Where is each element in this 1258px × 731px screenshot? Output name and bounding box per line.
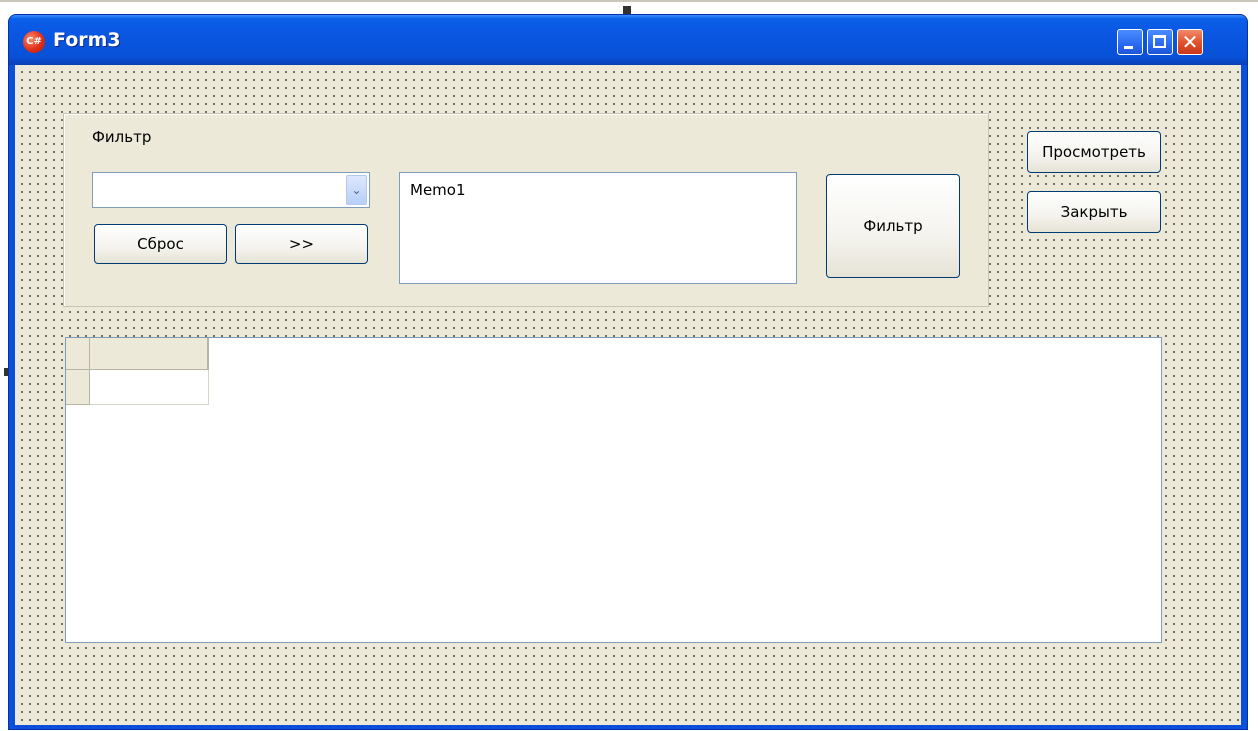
dropdown-button[interactable]: ⌄ [346,175,367,205]
csharp-app-icon: C# [23,31,45,53]
close-window-button[interactable]: ✕ [1177,29,1203,55]
reset-button[interactable]: Сброс [94,224,227,264]
grid-column-header[interactable] [90,338,209,370]
form-client-area: Фильтр ⌄ Сброс >> Memo1 Фильтр Просмотре… [15,65,1241,725]
grid-cell[interactable] [90,370,209,405]
minimize-icon [1124,46,1133,49]
memo-field[interactable]: Memo1 [399,172,797,284]
close-icon: ✕ [1181,30,1199,54]
next-button[interactable]: >> [235,224,368,264]
title-bar[interactable]: C# Form3 ✕ [9,15,1247,65]
form-window: C# Form3 ✕ Фильтр ⌄ Сброс >> Memo1 Фильт… [8,14,1248,730]
designer-top-edge [0,0,1258,2]
filter-panel: Фильтр ⌄ Сброс >> Memo1 Фильтр [63,113,989,307]
maximize-button[interactable] [1147,29,1173,55]
view-button[interactable]: Просмотреть [1027,131,1161,173]
filter-panel-label: Фильтр [92,128,152,146]
filter-combobox[interactable]: ⌄ [92,172,370,208]
data-grid[interactable] [65,337,1162,643]
close-button[interactable]: Закрыть [1027,191,1161,233]
minimize-button[interactable] [1117,29,1143,55]
maximize-icon [1153,35,1166,48]
grid-corner-header [66,338,90,370]
grid-row-header[interactable] [66,370,90,405]
window-title: Form3 [53,29,121,51]
filter-button[interactable]: Фильтр [826,174,960,278]
resize-handle-top[interactable] [623,6,631,14]
chevron-down-icon: ⌄ [351,183,362,197]
